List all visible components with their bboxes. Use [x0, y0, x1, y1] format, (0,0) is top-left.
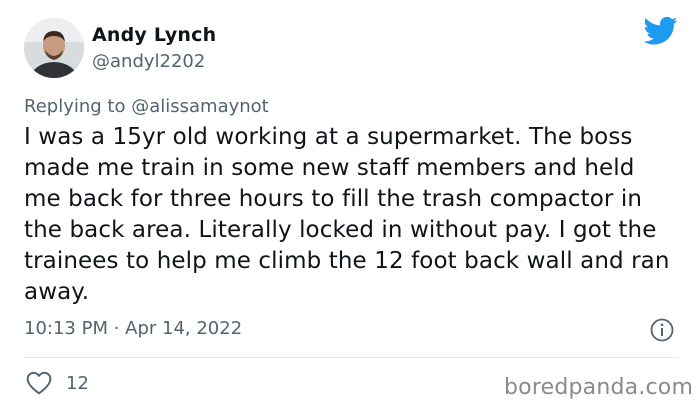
watermark: boredpanda.com: [504, 375, 694, 400]
avatar-image: [24, 18, 84, 78]
info-icon[interactable]: [650, 318, 674, 342]
author-name[interactable]: Andy Lynch: [92, 24, 216, 46]
divider: [24, 357, 678, 358]
tweet-timestamp[interactable]: 10:13 PM · Apr 14, 2022: [24, 318, 242, 339]
twitter-bird-icon[interactable]: [644, 16, 678, 46]
replying-prefix: Replying to: [24, 96, 126, 117]
replying-to: Replying to @alissamaynot: [24, 96, 269, 117]
heart-icon[interactable]: [26, 371, 52, 395]
author-handle[interactable]: @andyl2202: [92, 51, 205, 72]
tweet-text: I was a 15yr old working at a supermarke…: [24, 124, 670, 305]
avatar[interactable]: [24, 18, 84, 78]
like-count: 12: [66, 373, 89, 394]
reply-mention-link[interactable]: @alissamaynot: [131, 96, 269, 117]
